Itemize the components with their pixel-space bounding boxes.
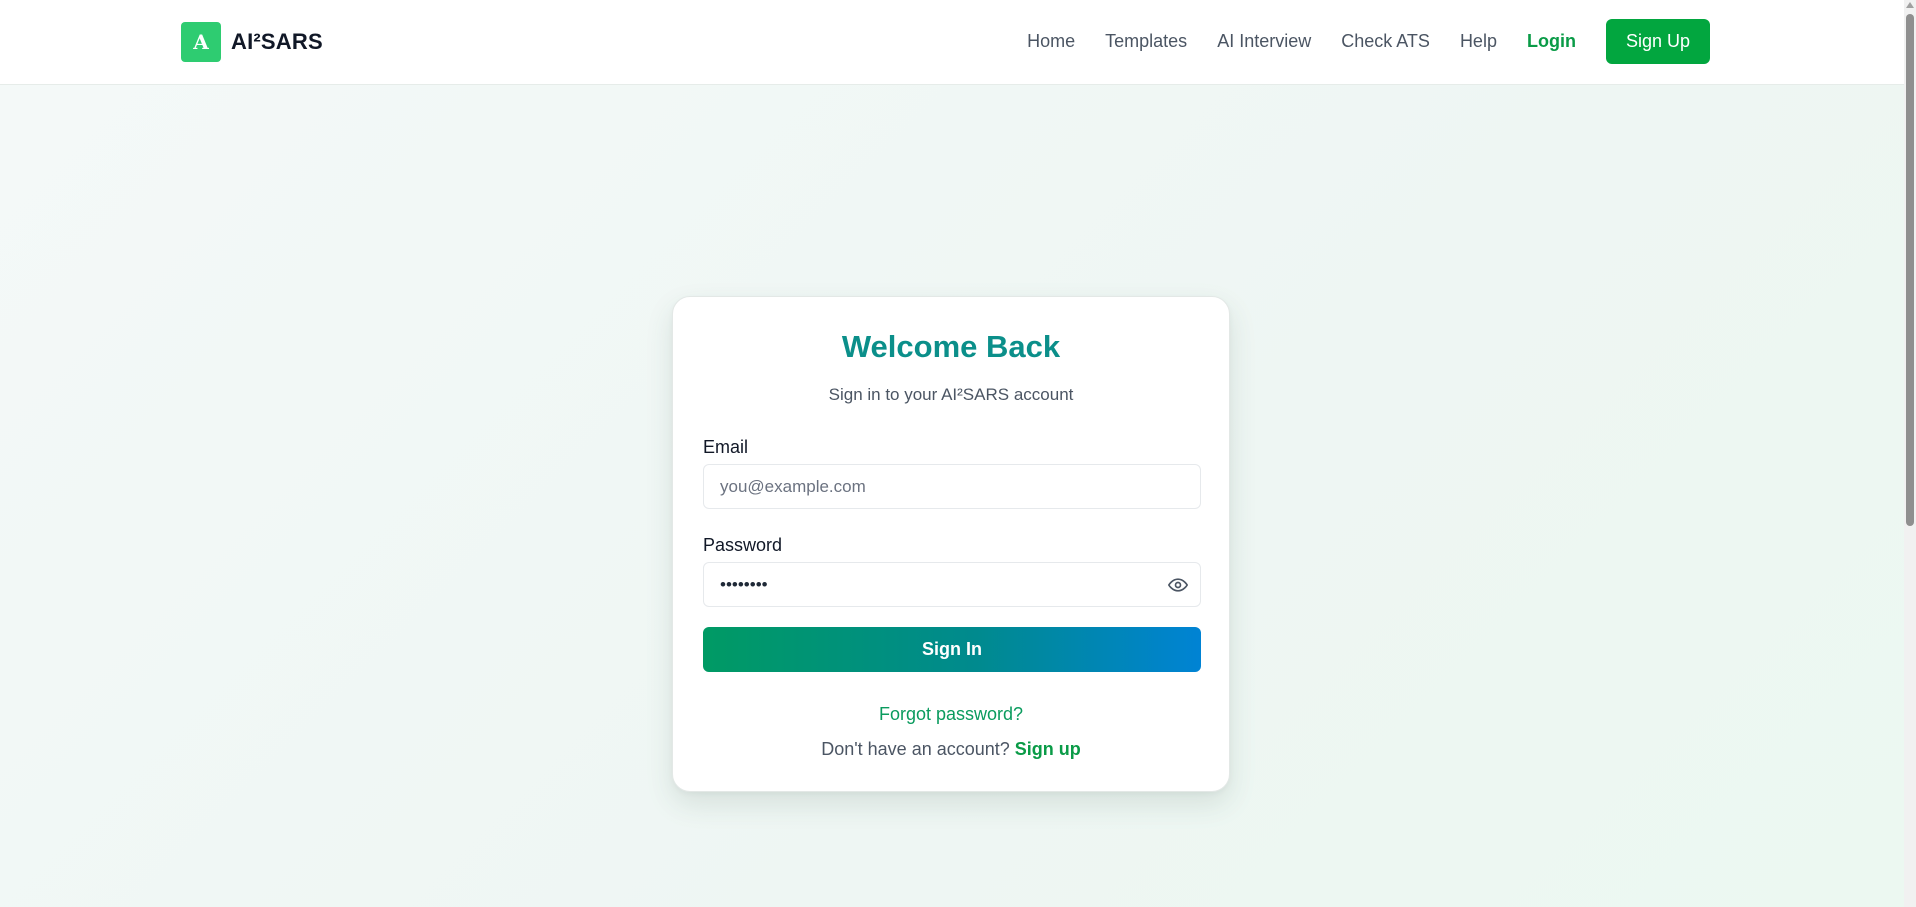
password-label: Password [703, 535, 783, 555]
top-navbar: A AI²SARS Home Templates AI Interview Ch… [0, 0, 1904, 85]
no-account-text: Don't have an account? [821, 739, 1010, 759]
email-field-wrapper [703, 464, 1201, 509]
password-field[interactable] [703, 562, 1201, 607]
signup-link[interactable]: Sign up [1015, 739, 1081, 759]
brand[interactable]: A AI²SARS [181, 22, 323, 62]
scroll-up-arrow-icon[interactable] [1906, 2, 1914, 8]
email-field[interactable] [703, 464, 1201, 509]
signup-prompt: Don't have an account? Sign up [703, 739, 1199, 760]
nav-help[interactable]: Help [1460, 31, 1497, 52]
nav-templates[interactable]: Templates [1105, 31, 1187, 52]
sign-in-button[interactable]: Sign In [703, 627, 1201, 672]
forgot-password-link[interactable]: Forgot password? [879, 704, 1023, 724]
scrollbar-thumb[interactable] [1906, 14, 1914, 526]
eye-icon[interactable] [1167, 574, 1189, 596]
nav-login[interactable]: Login [1527, 31, 1576, 52]
page: A AI²SARS Home Templates AI Interview Ch… [0, 0, 1916, 907]
vertical-scrollbar[interactable] [1904, 0, 1916, 907]
nav-ai-interview[interactable]: AI Interview [1217, 31, 1311, 52]
nav-home[interactable]: Home [1027, 31, 1075, 52]
nav-check-ats[interactable]: Check ATS [1341, 31, 1430, 52]
login-card: Welcome Back Sign in to your AI²SARS acc… [672, 296, 1230, 792]
main-nav: Home Templates AI Interview Check ATS He… [997, 19, 1710, 64]
password-field-wrapper [703, 562, 1201, 607]
login-subtitle: Sign in to your AI²SARS account [828, 385, 1074, 404]
brand-logo-icon: A [181, 22, 221, 62]
forgot-password-row: Forgot password? [703, 704, 1199, 725]
login-title: Welcome Back [841, 329, 1061, 364]
brand-name: AI²SARS [231, 29, 323, 54]
email-label: Email [703, 437, 749, 457]
nav-signup-button[interactable]: Sign Up [1605, 19, 1710, 64]
